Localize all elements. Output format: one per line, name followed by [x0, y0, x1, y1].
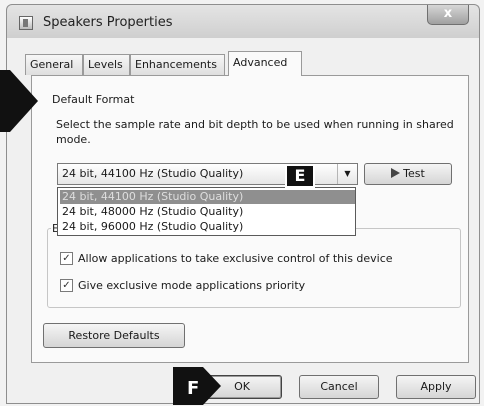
allow-exclusive-checkbox[interactable]: ✓	[60, 252, 73, 265]
tab-advanced[interactable]: Advanced	[228, 51, 302, 76]
default-format-description: Select the sample rate and bit depth to …	[56, 118, 454, 146]
exclusive-mode-group	[47, 228, 461, 308]
default-format-heading: Default Format	[52, 93, 135, 106]
callout-label-f: F	[187, 378, 199, 399]
play-icon	[391, 168, 401, 178]
dropdown-option-48000[interactable]: 24 bit, 48000 Hz (Studio Quality)	[60, 205, 355, 219]
cancel-button[interactable]: Cancel	[299, 375, 379, 399]
close-button[interactable]: x	[427, 5, 469, 25]
allow-exclusive-label: Allow applications to take exclusive con…	[78, 252, 393, 265]
title-bar: Speakers Properties x	[6, 4, 480, 38]
chevron-down-icon[interactable]: ▼	[337, 164, 357, 184]
test-button-label: Test	[403, 167, 425, 180]
callout-arrow-f: F	[173, 367, 221, 405]
restore-defaults-button[interactable]: Restore Defaults	[43, 323, 185, 348]
exclusive-priority-checkbox[interactable]: ✓	[60, 279, 73, 292]
test-button[interactable]: Test	[364, 163, 452, 185]
sample-rate-selected-value: 24 bit, 44100 Hz (Studio Quality)	[62, 167, 244, 180]
callout-arrow-left	[0, 70, 38, 132]
callout-label-e: E	[285, 164, 315, 188]
tab-levels[interactable]: Levels	[83, 54, 130, 75]
speaker-properties-icon	[19, 16, 33, 30]
dropdown-option-44100[interactable]: 24 bit, 44100 Hz (Studio Quality)	[60, 190, 355, 204]
exclusive-priority-label: Give exclusive mode applications priorit…	[78, 279, 306, 292]
apply-button[interactable]: Apply	[396, 375, 476, 399]
tab-enhancements[interactable]: Enhancements	[130, 54, 225, 75]
dropdown-option-96000[interactable]: 24 bit, 96000 Hz (Studio Quality)	[60, 220, 355, 234]
sample-rate-dropdown-list: 24 bit, 44100 Hz (Studio Quality) 24 bit…	[57, 187, 356, 236]
window-title: Speakers Properties	[43, 15, 173, 30]
